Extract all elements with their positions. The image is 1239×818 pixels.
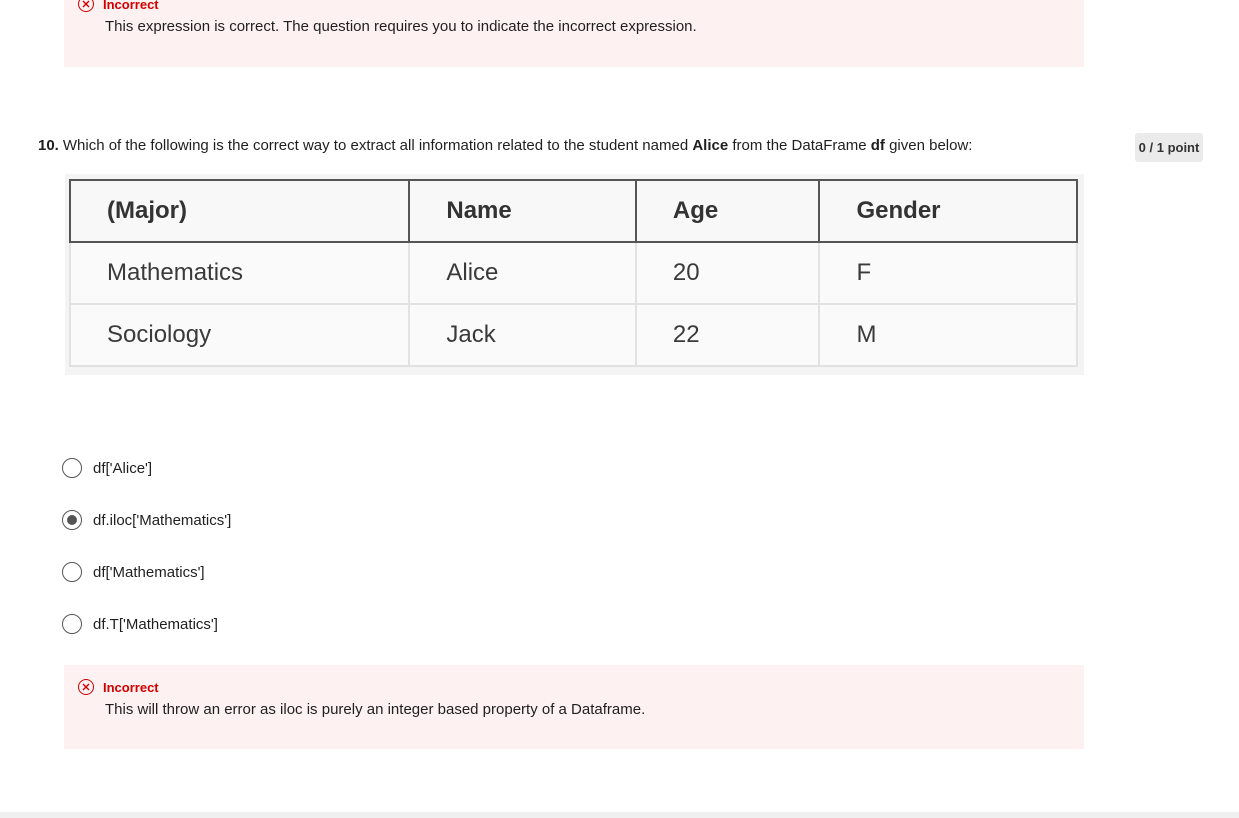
table-cell: M xyxy=(818,303,1078,367)
feedback-message: This will throw an error as iloc is pure… xyxy=(105,701,646,718)
previous-feedback-status-label: Incorrect xyxy=(103,0,159,12)
previous-feedback-panel: Incorrect This expression is correct. Th… xyxy=(64,0,1084,67)
dataframe-table: (Major) Name Age Gender Mathematics Alic… xyxy=(68,179,1078,367)
option-df-alice[interactable]: df['Alice'] xyxy=(62,458,152,478)
table-header-row: (Major) Name Age Gender xyxy=(68,179,1078,243)
feedback-panel: Incorrect This will throw an error as il… xyxy=(64,665,1084,749)
table-cell: Alice xyxy=(408,241,637,305)
question-bold-df: df xyxy=(870,137,885,154)
question-bold-name: Alice xyxy=(692,137,729,154)
table-cell: 20 xyxy=(634,241,821,305)
x-circle-icon xyxy=(78,0,94,12)
question-number: 10. xyxy=(38,137,59,154)
option-df-t-mathematics[interactable]: df.T['Mathematics'] xyxy=(62,614,218,634)
radio-button-icon[interactable] xyxy=(62,614,82,634)
option-df-mathematics[interactable]: df['Mathematics'] xyxy=(62,562,205,582)
table-cell: Sociology xyxy=(68,303,411,367)
table-cell: Mathematics xyxy=(68,241,411,305)
table-header-age: Age xyxy=(634,179,821,243)
page-bottom-divider xyxy=(0,812,1239,818)
table-header-gender: Gender xyxy=(818,179,1078,243)
question-text-before: Which of the following is the correct wa… xyxy=(62,137,693,154)
table-cell: F xyxy=(818,241,1078,305)
table-row: Mathematics Alice 20 F xyxy=(68,241,1078,305)
table-cell: 22 xyxy=(634,303,821,367)
option-df-iloc-mathematics[interactable]: df.iloc['Mathematics'] xyxy=(62,510,231,530)
feedback-status: Incorrect xyxy=(78,679,159,695)
option-label: df.iloc['Mathematics'] xyxy=(93,511,232,529)
table-header-major: (Major) xyxy=(68,179,411,243)
option-label: df.T['Mathematics'] xyxy=(93,615,218,633)
radio-button-icon[interactable] xyxy=(62,458,82,478)
previous-feedback-status: Incorrect xyxy=(78,0,159,12)
table-row: Sociology Jack 22 M xyxy=(68,303,1078,367)
radio-button-selected-icon[interactable] xyxy=(62,510,82,530)
question-text-after: given below: xyxy=(884,137,973,154)
previous-feedback-message: This expression is correct. The question… xyxy=(105,18,697,35)
radio-button-icon[interactable] xyxy=(62,562,82,582)
option-label: df['Alice'] xyxy=(93,459,153,477)
question-text-middle: from the DataFrame xyxy=(728,137,871,154)
option-label: df['Mathematics'] xyxy=(93,563,205,581)
points-badge: 0 / 1 point xyxy=(1135,133,1203,162)
table-cell: Jack xyxy=(408,303,637,367)
feedback-status-label: Incorrect xyxy=(103,679,159,695)
x-circle-icon xyxy=(78,679,94,695)
table-header-name: Name xyxy=(408,179,637,243)
dataframe-table-image: (Major) Name Age Gender Mathematics Alic… xyxy=(65,174,1084,375)
question-prompt: 10. Which of the following is the correct… xyxy=(38,137,972,154)
